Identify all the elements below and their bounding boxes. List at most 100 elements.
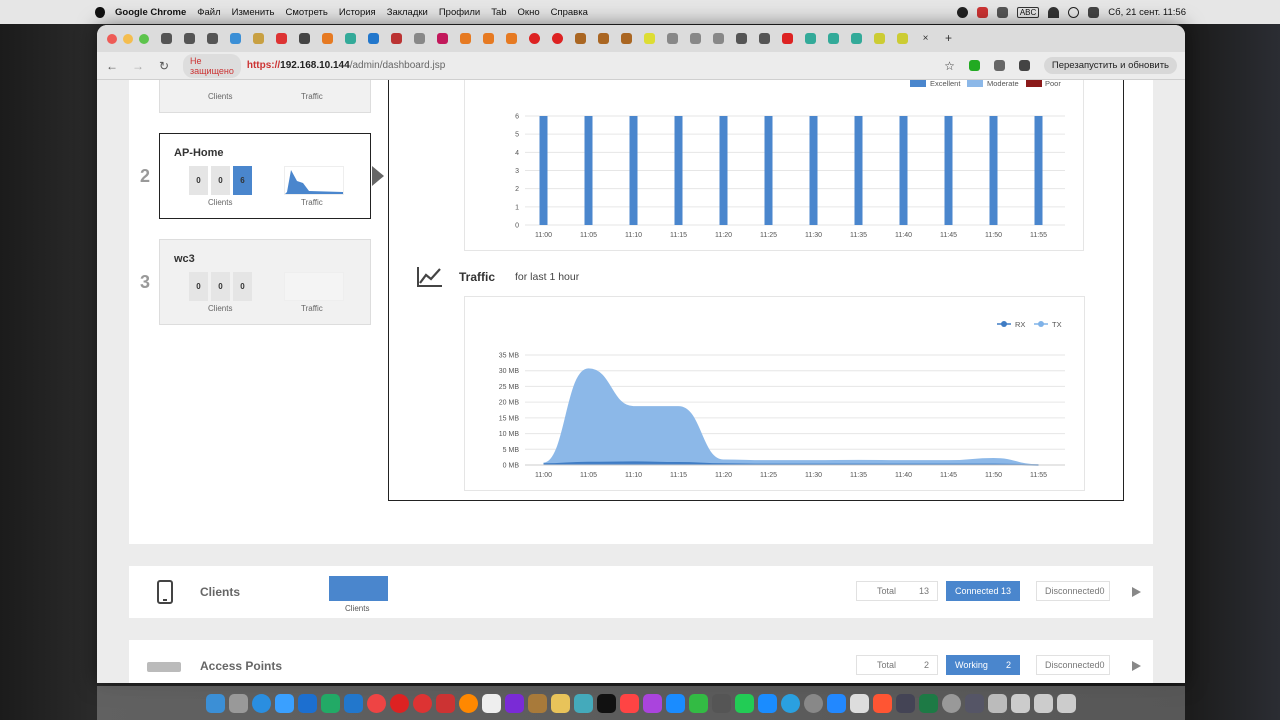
menu-tab[interactable]: Tab (491, 7, 506, 18)
input-source[interactable]: ABC (1016, 6, 1040, 18)
app-icon[interactable] (321, 693, 340, 713)
tab-favicon[interactable] (299, 33, 310, 44)
tab-favicon[interactable] (575, 33, 586, 44)
tab-favicon[interactable] (322, 33, 333, 44)
forward-button[interactable]: → (131, 59, 145, 73)
menu-profiles[interactable]: Профили (439, 7, 480, 18)
tab-favicon[interactable] (897, 33, 908, 44)
podcasts-icon[interactable] (643, 693, 662, 713)
tab-favicon[interactable] (690, 33, 701, 44)
tab-favicon[interactable] (598, 33, 609, 44)
calculator-icon[interactable] (712, 693, 731, 713)
brave-icon[interactable] (873, 693, 892, 713)
wifi-icon[interactable] (1048, 6, 1060, 18)
opera-icon[interactable] (390, 693, 409, 713)
tab-favicon[interactable] (713, 33, 724, 44)
tab-favicon[interactable] (828, 33, 839, 44)
reload-button[interactable]: ↻ (157, 59, 171, 73)
excel-icon[interactable] (919, 693, 938, 713)
app-icon[interactable] (666, 693, 685, 713)
not-secure-badge[interactable]: Не защищено (183, 53, 241, 78)
tab-favicon[interactable] (506, 33, 517, 44)
app-icon[interactable] (1034, 693, 1053, 713)
zoom-window-button[interactable] (139, 33, 149, 44)
downloads-icon[interactable] (988, 693, 1007, 713)
app-store-icon[interactable] (758, 693, 777, 713)
tab-favicon[interactable] (621, 33, 632, 44)
app-icon[interactable] (942, 693, 961, 713)
tab-favicon[interactable] (207, 33, 218, 44)
url-text[interactable]: https://192.168.10.144/admin/dashboard.j… (247, 60, 445, 71)
profile-icon[interactable] (1018, 60, 1030, 71)
app-icon[interactable] (1011, 693, 1030, 713)
tab-favicon[interactable] (644, 33, 655, 44)
new-tab-button[interactable]: + (943, 32, 954, 44)
tab-favicon[interactable] (460, 33, 471, 44)
firefox-icon[interactable] (459, 693, 478, 713)
menu-app-name[interactable]: Google Chrome (115, 7, 186, 18)
app-icon[interactable] (896, 693, 915, 713)
trash-icon[interactable] (1057, 693, 1076, 713)
ap-disconnected-pill[interactable]: Disconnected 0 (1036, 655, 1110, 675)
tab-favicon[interactable] (529, 33, 540, 44)
settings-icon[interactable] (804, 693, 823, 713)
tab-favicon[interactable] (552, 33, 563, 44)
ap-card[interactable]: 3 wc3 0 0 0 Clients Traffic (140, 239, 371, 325)
ap-total-pill[interactable]: Total 2 (856, 655, 938, 675)
app-icon[interactable] (827, 693, 846, 713)
app-icon[interactable] (551, 693, 570, 713)
tab-favicon[interactable] (414, 33, 425, 44)
tab-favicon[interactable] (437, 33, 448, 44)
ap-card-selected[interactable]: 2 AP-Home 0 0 6 Clients Traffic (140, 133, 371, 219)
vivaldi-icon[interactable] (436, 693, 455, 713)
menu-help[interactable]: Справка (551, 7, 588, 18)
ap-card[interactable]: Clients Traffic (159, 80, 371, 113)
tab-favicon[interactable] (230, 33, 241, 44)
tab-favicon[interactable] (161, 33, 172, 44)
record-icon[interactable] (956, 6, 968, 18)
control-center-icon[interactable] (1088, 6, 1100, 18)
ap-expand-arrow[interactable] (1132, 661, 1141, 671)
yandex-icon[interactable] (413, 693, 432, 713)
tab-favicon[interactable] (253, 33, 264, 44)
display-icon[interactable] (996, 6, 1008, 18)
tab-favicon[interactable] (368, 33, 379, 44)
tab-favicon[interactable] (391, 33, 402, 44)
menu-bookmarks[interactable]: Закладки (387, 7, 428, 18)
tab-favicon[interactable] (345, 33, 356, 44)
app-icon[interactable] (505, 693, 524, 713)
status-app-icon[interactable] (976, 6, 988, 18)
numbers-icon[interactable] (689, 693, 708, 713)
menu-edit[interactable]: Изменить (232, 7, 275, 18)
tab-favicon[interactable] (667, 33, 678, 44)
bookmark-star-icon[interactable]: ☆ (944, 59, 955, 73)
whatsapp-icon[interactable] (735, 693, 754, 713)
calendar-icon[interactable] (482, 693, 501, 713)
app-icon[interactable] (528, 693, 547, 713)
close-tab-icon[interactable]: × (920, 33, 931, 44)
menu-view[interactable]: Смотреть (285, 7, 327, 18)
app-icon[interactable] (298, 693, 317, 713)
tab-favicon[interactable] (276, 33, 287, 44)
clients-connected-pill[interactable]: Connected 13 (946, 581, 1020, 601)
clients-expand-arrow[interactable] (1132, 587, 1141, 597)
menu-window[interactable]: Окно (518, 7, 540, 18)
minimize-window-button[interactable] (123, 33, 133, 44)
tab-favicon[interactable] (805, 33, 816, 44)
restart-update-button[interactable]: Перезапустить и обновить (1043, 57, 1177, 74)
tab-favicon[interactable] (483, 33, 494, 44)
tab-favicon[interactable] (874, 33, 885, 44)
tv-icon[interactable] (597, 693, 616, 713)
clients-total-pill[interactable]: Total 13 (856, 581, 938, 601)
address-bar[interactable]: Не защищено https://192.168.10.144/admin… (183, 53, 445, 78)
app-icon[interactable] (965, 693, 984, 713)
tab-favicon[interactable] (736, 33, 747, 44)
clients-disconnected-pill[interactable]: Disconnected 0 (1036, 581, 1110, 601)
tab-favicon[interactable] (782, 33, 793, 44)
extension-icon[interactable] (968, 60, 980, 71)
apple-icon[interactable] (95, 6, 105, 18)
menu-history[interactable]: История (339, 7, 376, 18)
app-icon[interactable] (574, 693, 593, 713)
finder-icon[interactable] (206, 693, 225, 713)
launchpad-icon[interactable] (229, 693, 248, 713)
